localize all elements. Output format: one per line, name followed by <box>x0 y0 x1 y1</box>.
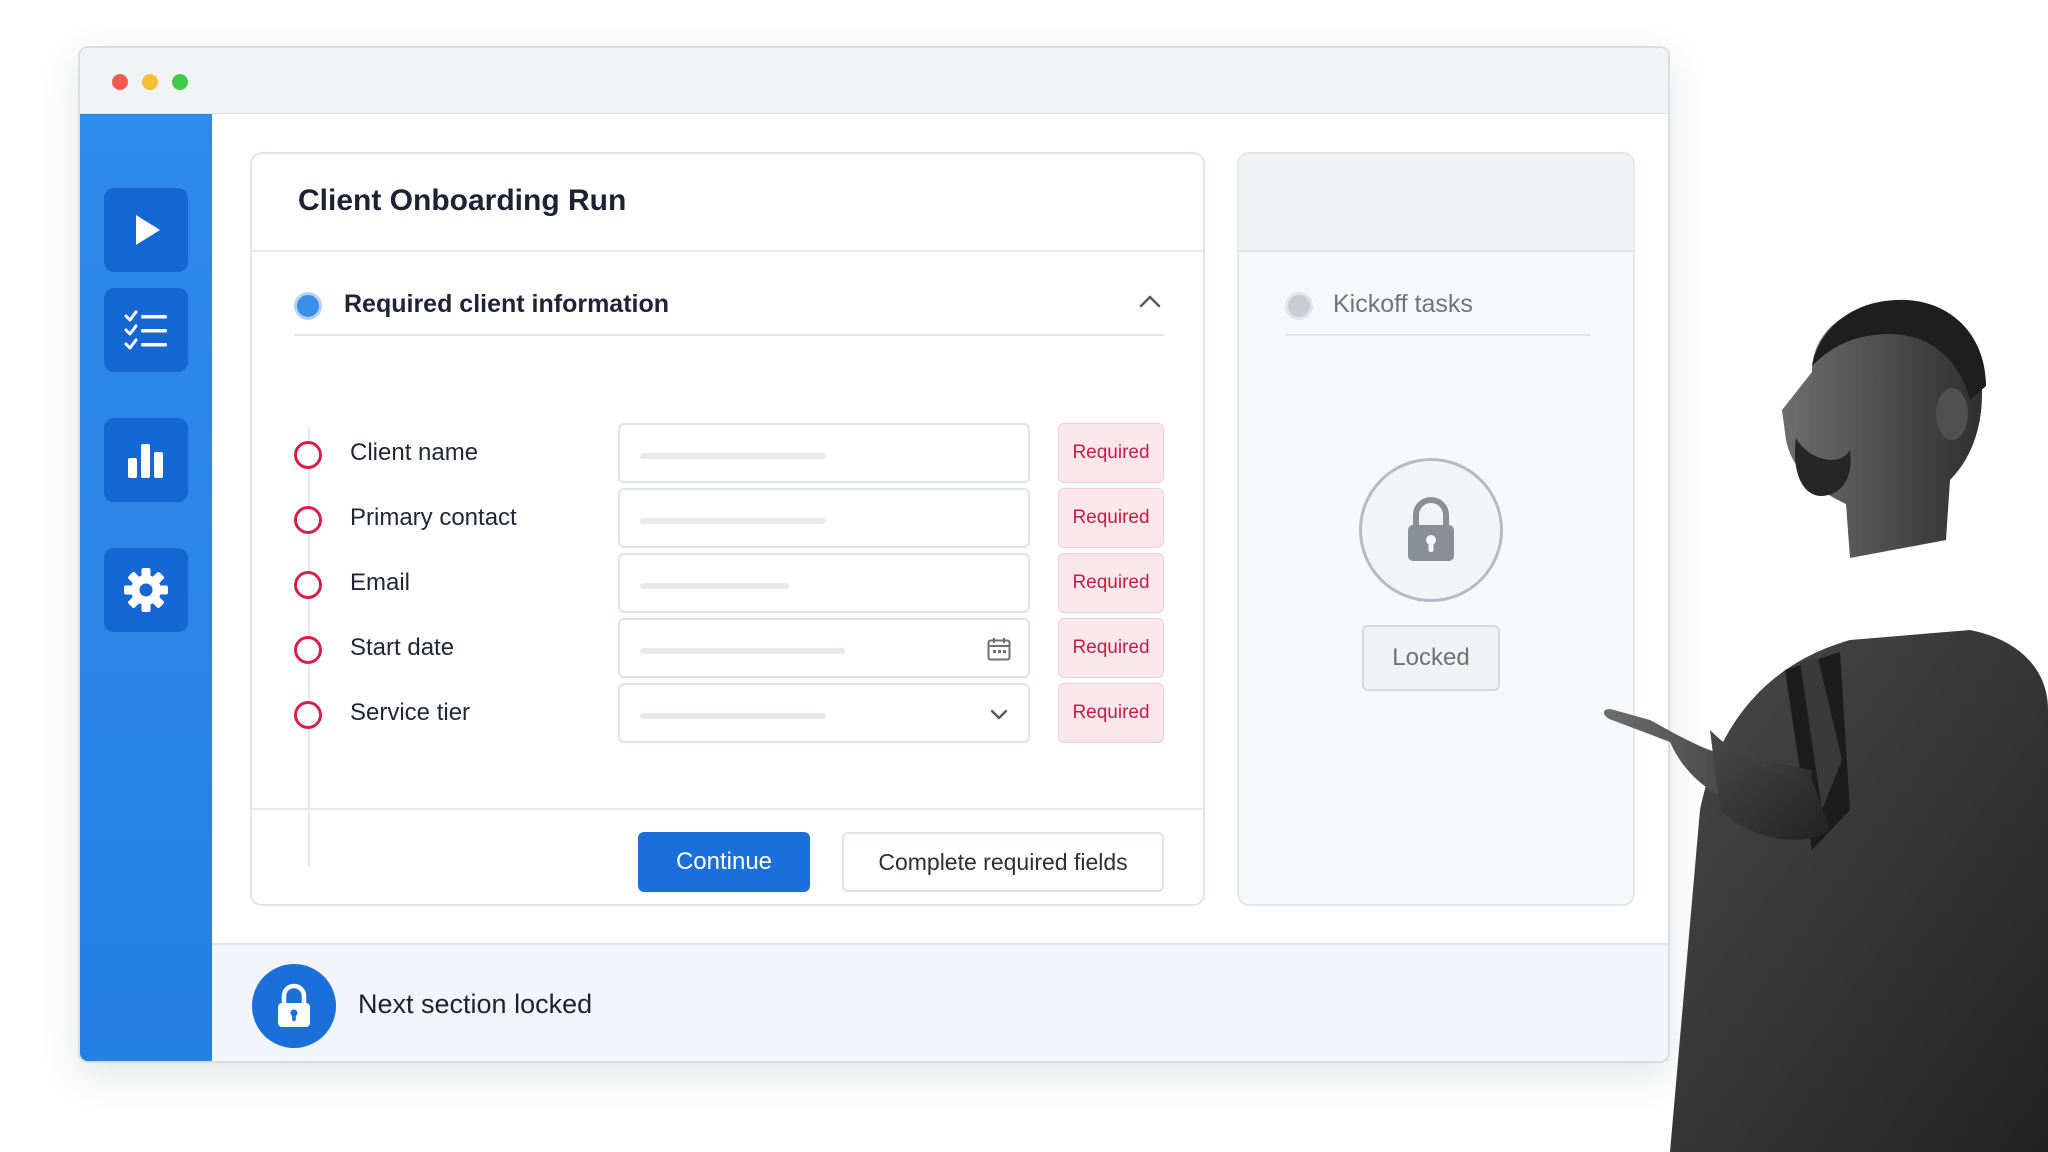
incomplete-step-indicator <box>294 701 322 729</box>
placeholder-bar <box>640 713 826 719</box>
maximize-window-button[interactable] <box>172 74 188 90</box>
start-date-input[interactable] <box>618 618 1030 678</box>
lock-icon <box>1408 497 1454 561</box>
sidebar-item-reports[interactable] <box>104 418 188 502</box>
bottom-status-bar: Next section locked <box>212 943 1668 1061</box>
placeholder-bar <box>640 583 789 589</box>
inactive-step-indicator <box>1285 292 1313 320</box>
presenter-photo <box>1603 299 2048 1152</box>
bar-chart-icon <box>128 444 163 478</box>
text-input[interactable] <box>618 423 1030 483</box>
complete-required-fields-button[interactable]: Complete required fields <box>842 832 1164 892</box>
section-title: Kickoff tasks <box>1333 290 1473 318</box>
sidebar <box>80 114 212 1061</box>
app-window: Client Onboarding Run Required client in… <box>78 46 1670 1063</box>
chevron-down-icon[interactable] <box>986 701 1012 727</box>
field-label: Service tier <box>350 699 471 726</box>
card-footer-divider <box>252 808 1203 810</box>
placeholder-bar <box>640 518 826 524</box>
required-badge: Required <box>1058 423 1164 483</box>
continue-button[interactable]: Continue <box>638 832 810 892</box>
card-header: Client Onboarding Run <box>252 154 1203 252</box>
field-label: Email <box>350 569 411 596</box>
required-badge: Required <box>1058 553 1164 613</box>
sidebar-item-settings[interactable] <box>104 548 188 632</box>
next-section-locked-message: Next section locked <box>358 989 593 1019</box>
field-label: Start date <box>350 634 455 661</box>
panel-header <box>1239 154 1633 252</box>
onboarding-form-card: Client Onboarding Run Required client in… <box>250 152 1205 906</box>
section-header-kickoff-tasks: Kickoff tasks <box>1285 284 1591 336</box>
form-row-start-date: Start date Required <box>294 618 1164 678</box>
close-window-button[interactable] <box>112 74 128 90</box>
form-row-service-tier: Service tier Required <box>294 683 1164 743</box>
required-badge: Required <box>1058 683 1164 743</box>
incomplete-step-indicator <box>294 571 322 599</box>
incomplete-step-indicator <box>294 506 322 534</box>
locked-status-button: Locked <box>1362 625 1500 691</box>
form-row-email: Email Required <box>294 553 1164 613</box>
lock-icon-badge <box>252 964 336 1048</box>
active-step-indicator <box>294 292 322 320</box>
lock-icon <box>278 983 310 1027</box>
text-input[interactable] <box>618 488 1030 548</box>
sidebar-item-tasks[interactable] <box>104 288 188 372</box>
field-label: Primary contact <box>350 504 517 531</box>
checklist-icon <box>124 310 167 350</box>
page-title: Client Onboarding Run <box>298 184 627 217</box>
incomplete-step-indicator <box>294 636 322 664</box>
field-label: Client name <box>350 439 479 466</box>
placeholder-bar <box>640 648 845 654</box>
section-header-required-info[interactable]: Required client information <box>294 284 1164 336</box>
locked-section-badge <box>1359 458 1503 602</box>
form-row-client-name: Client name Required <box>294 423 1164 483</box>
calendar-icon[interactable] <box>986 636 1012 662</box>
required-badge: Required <box>1058 618 1164 678</box>
minimize-window-button[interactable] <box>142 74 158 90</box>
chevron-up-icon[interactable] <box>1136 292 1164 312</box>
gear-icon <box>124 568 168 612</box>
sidebar-item-run[interactable] <box>104 188 188 272</box>
placeholder-bar <box>640 453 826 459</box>
text-input[interactable] <box>618 553 1030 613</box>
title-bar <box>80 48 1668 114</box>
service-tier-select[interactable] <box>618 683 1030 743</box>
required-badge: Required <box>1058 488 1164 548</box>
play-icon <box>136 215 160 245</box>
form-row-primary-contact: Primary contact Required <box>294 488 1164 548</box>
section-title: Required client information <box>344 290 670 318</box>
incomplete-step-indicator <box>294 441 322 469</box>
